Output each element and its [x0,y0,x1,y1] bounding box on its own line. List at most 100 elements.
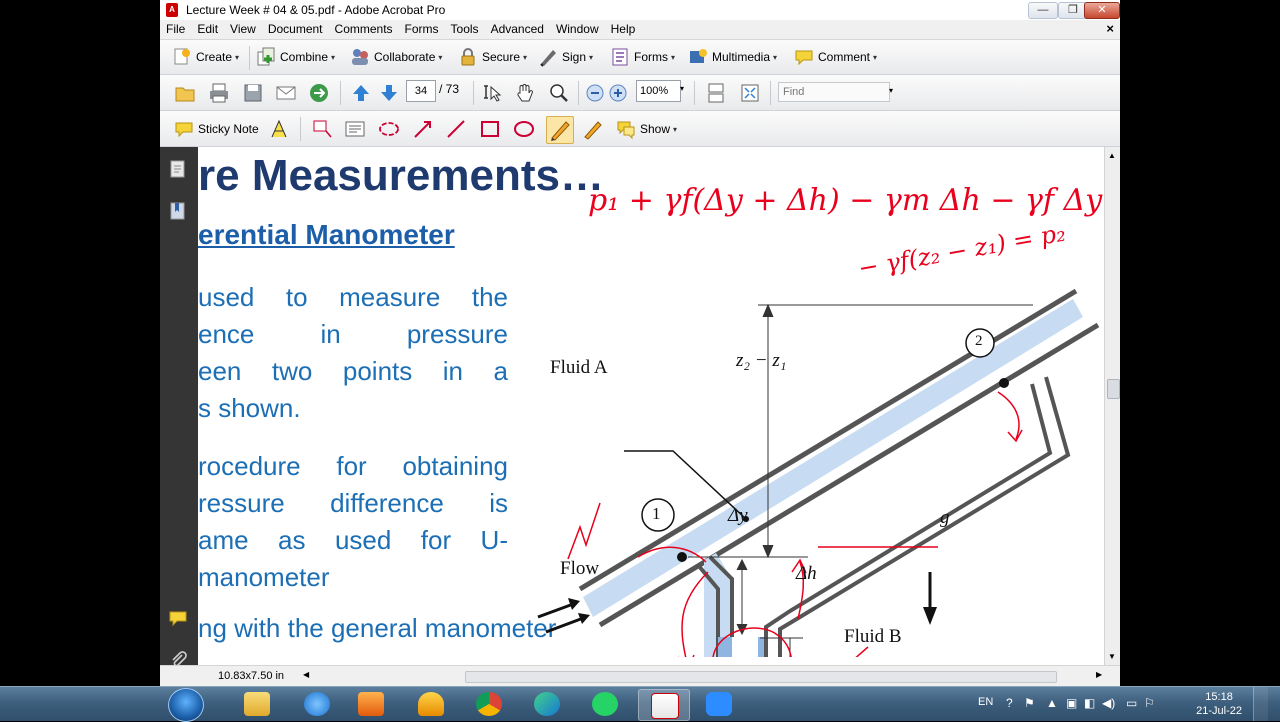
taskbar-zoom[interactable] [694,689,744,719]
find-dropdown-caret[interactable]: ▾ [889,86,893,95]
select-tool-icon[interactable] [482,82,504,104]
annotation-equation-line1: p₁ + γf(Δy + Δh) − γm Δh − γf Δy [588,183,1103,218]
marquee-zoom-icon[interactable] [548,82,570,104]
minimize-button[interactable]: — [1028,2,1058,19]
scroll-up-arrow[interactable]: ▲ [1108,151,1116,160]
create-button[interactable]: Create ▾ [172,47,239,67]
highlight-text-icon[interactable] [268,118,290,140]
pipe-fill [583,299,1083,617]
language-indicator[interactable]: EN [978,696,993,708]
network-icon[interactable]: ◧ [1084,696,1095,710]
sign-button[interactable]: Sign ▾ [538,47,593,67]
cloud-tool-icon[interactable] [378,118,400,140]
forms-button[interactable]: Forms ▾ [610,47,675,67]
scroll-left-arrow[interactable]: ◀ [303,670,309,679]
taskbar-acrobat[interactable] [638,689,690,721]
create-dropdown-caret: ▾ [235,52,240,62]
close-button[interactable]: ✕ [1084,2,1120,19]
flag-icon[interactable]: ⚐ [1144,696,1155,710]
window-title: Lecture Week # 04 & 05.pdf - Adobe Acrob… [186,3,446,17]
slide-subtitle: erential Manometer [198,219,455,250]
help-icon[interactable]: ? [1006,696,1013,710]
pencil-tool-icon[interactable] [546,116,574,144]
menu-help[interactable]: Help [605,20,642,38]
page-number-input[interactable]: 34 [406,80,436,102]
rectangle-tool-icon[interactable] [479,118,501,140]
collaborate-label: Collaborate [374,50,436,64]
taskbar-internet-explorer[interactable] [292,689,342,719]
document-page[interactable]: re Measurements… erential Manometer used… [198,147,1104,665]
line-tool-icon[interactable] [445,118,467,140]
taskbar-audio-app[interactable] [406,689,456,719]
sticky-note-button[interactable]: Sticky Note [174,119,259,139]
show-comments-button[interactable]: Show ▾ [616,119,677,140]
action-center-icon[interactable]: ⚑ [1024,696,1035,710]
taskbar-chrome[interactable] [464,689,514,719]
document-close-button[interactable]: × [1106,21,1114,36]
share-icon[interactable] [308,82,330,104]
open-folder-icon[interactable] [174,82,196,104]
zoom-out-icon[interactable] [584,82,606,104]
forms-icon [610,47,630,67]
menu-edit[interactable]: Edit [191,20,224,38]
menu-document[interactable]: Document [262,20,329,38]
menu-view[interactable]: View [224,20,262,38]
scrolling-mode-icon[interactable] [705,82,727,104]
start-button[interactable] [168,688,204,722]
clock[interactable]: 15:18 21-Jul-22 [1196,690,1242,718]
menu-window[interactable]: Window [550,20,605,38]
menu-file[interactable]: File [160,20,191,38]
print-icon[interactable] [208,82,230,104]
comment-button[interactable]: Comment ▾ [794,47,877,67]
previous-page-icon[interactable] [350,82,372,104]
taskbar-media-player[interactable] [346,689,396,719]
collaborate-button[interactable]: Collaborate ▾ [350,47,442,67]
chrome-icon [476,692,502,716]
pages-panel-icon[interactable] [169,159,187,179]
show-hidden-icons[interactable]: ▲ [1046,696,1058,710]
taskbar-edge[interactable] [522,689,572,719]
oval-tool-icon[interactable] [513,118,535,140]
dy-label: Δy [728,505,748,526]
ink-left-check [567,502,601,560]
vertical-scrollbar[interactable]: ▲ ▼ [1104,147,1120,665]
bookmarks-panel-icon[interactable] [169,201,187,221]
page-size-label: 10.83x7.50 in [218,670,285,682]
scroll-down-arrow[interactable]: ▼ [1108,652,1116,661]
separator [578,81,579,105]
email-icon[interactable] [275,82,297,104]
text-box-icon[interactable] [344,118,366,140]
show-comments-icon [616,119,636,140]
device-icon[interactable]: ▣ [1066,696,1077,710]
combine-label: Combine [280,50,329,64]
hand-tool-icon[interactable] [514,82,536,104]
taskbar-whatsapp[interactable] [580,689,630,719]
taskbar-explorer[interactable] [232,689,282,719]
comments-panel-icon[interactable] [169,609,187,629]
show-desktop-button[interactable] [1253,687,1268,721]
callout-tool-icon[interactable] [311,118,333,140]
scroll-right-arrow[interactable]: ▶ [1096,670,1102,679]
multimedia-button[interactable]: Multimedia ▾ [688,47,777,67]
battery-icon[interactable]: ▭ [1126,696,1137,710]
zoom-input[interactable]: 100% [636,80,681,102]
next-page-icon[interactable] [378,82,400,104]
menu-tools[interactable]: Tools [445,20,485,38]
secure-button[interactable]: Secure ▾ [458,47,527,67]
zoom-in-icon[interactable] [607,82,629,104]
menu-forms[interactable]: Forms [399,20,445,38]
vertical-scroll-thumb[interactable] [1107,379,1120,399]
combine-button[interactable]: Combine ▾ [256,47,335,67]
pencil-eraser-icon[interactable] [582,118,604,140]
menu-advanced[interactable]: Advanced [485,20,550,38]
save-icon[interactable] [242,82,264,104]
zoom-dropdown-caret[interactable]: ▾ [680,84,684,93]
horizontal-scroll-thumb[interactable] [465,671,1057,683]
volume-icon[interactable]: ◀) [1102,696,1115,710]
fit-page-icon[interactable] [739,82,761,104]
slide-title: re Measurements… [198,151,604,200]
manometer-figure [537,288,1100,657]
arrow-tool-icon[interactable] [412,118,434,140]
find-input[interactable]: Find [778,82,890,102]
menu-comments[interactable]: Comments [329,20,399,38]
